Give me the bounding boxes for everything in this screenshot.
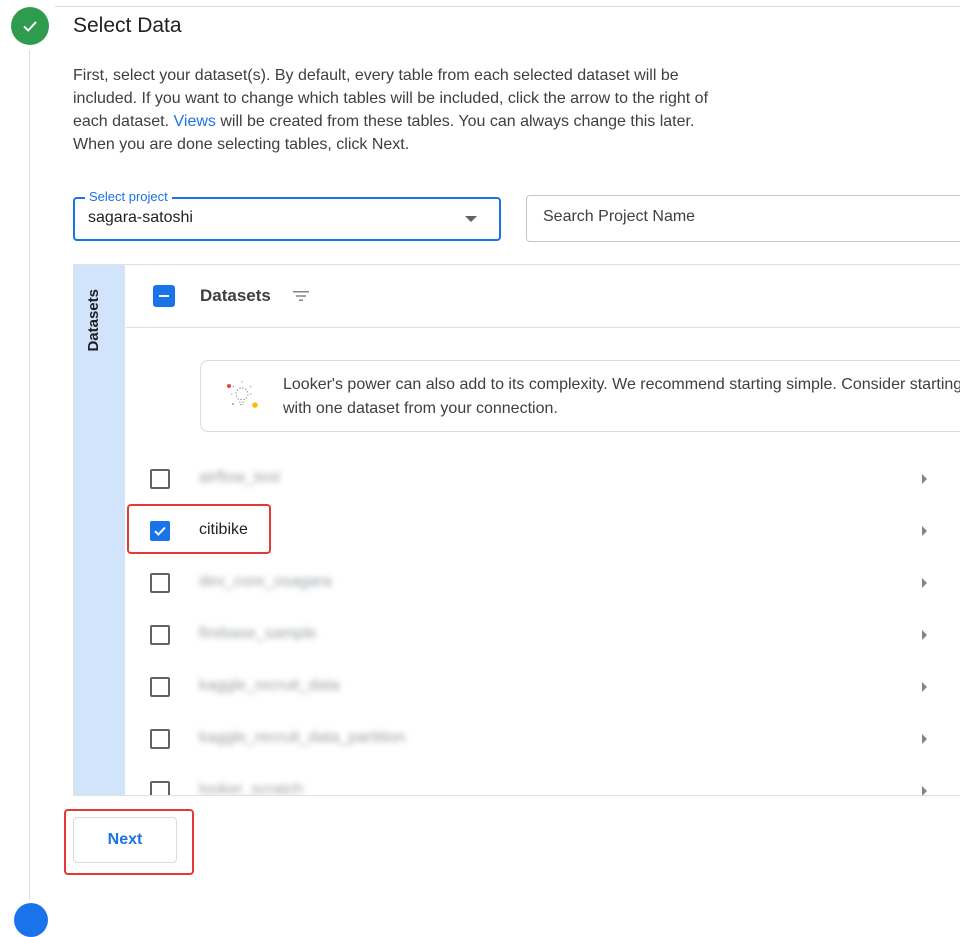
- expand-arrow-icon[interactable]: [922, 474, 927, 484]
- tip-banner: Looker's power can also add to its compl…: [200, 360, 960, 432]
- citibike-highlight-box: [127, 504, 271, 554]
- dataset-name: airflow_test: [199, 469, 280, 486]
- expand-arrow-icon[interactable]: [922, 786, 927, 795]
- dataset-checkbox[interactable]: [150, 677, 170, 697]
- dataset-name: looker_scratch: [199, 781, 304, 796]
- project-select-value: sagara-satoshi: [88, 209, 193, 226]
- tip-text: Looker's power can also add to its compl…: [283, 376, 960, 417]
- stepper-line: [29, 50, 30, 900]
- indeterminate-icon: [159, 295, 169, 297]
- expand-arrow-icon[interactable]: [922, 682, 927, 692]
- dataset-row[interactable]: kaggle_recruit_data: [126, 663, 960, 715]
- dataset-checkbox[interactable]: [150, 469, 170, 489]
- project-search-input[interactable]: [543, 208, 943, 226]
- next-step-badge: [14, 903, 48, 937]
- side-tab-label: Datasets: [85, 289, 102, 352]
- dataset-checkbox[interactable]: [150, 781, 170, 795]
- expand-arrow-icon[interactable]: [922, 734, 927, 744]
- dataset-name: kaggle_recruit_data: [199, 677, 340, 694]
- dataset-name: kaggle_recruit_data_partition: [199, 729, 406, 746]
- dataset-checkbox[interactable]: [150, 625, 170, 645]
- step-title: Select Data: [73, 14, 182, 37]
- top-divider: [55, 6, 960, 7]
- datasets-header-label: Datasets: [200, 286, 271, 305]
- dataset-checkbox[interactable]: [150, 573, 170, 593]
- project-select-label: Select project: [85, 189, 172, 204]
- next-highlight-box: [64, 809, 194, 875]
- dataset-row[interactable]: firebase_sample: [126, 611, 960, 663]
- dataset-row[interactable]: dev_core_osagara: [126, 559, 960, 611]
- step-complete-badge: [11, 7, 49, 45]
- check-icon: [23, 21, 37, 32]
- expand-arrow-icon[interactable]: [922, 526, 927, 536]
- datasets-side-tab[interactable]: Datasets: [74, 265, 125, 795]
- expand-arrow-icon[interactable]: [922, 630, 927, 640]
- step-description: First, select your dataset(s). By defaul…: [73, 64, 723, 156]
- lightbulb-icon: [227, 381, 258, 408]
- views-link[interactable]: Views: [174, 113, 216, 130]
- expand-arrow-icon[interactable]: [922, 578, 927, 588]
- dataset-row[interactable]: looker_scratch: [126, 767, 960, 796]
- filter-icon[interactable]: [292, 290, 310, 302]
- dataset-row[interactable]: kaggle_recruit_data_partition: [126, 715, 960, 767]
- datasets-header: Datasets Looker's power can also add to …: [126, 265, 960, 432]
- project-select[interactable]: Select project sagara-satoshi: [73, 189, 501, 241]
- dataset-name: dev_core_osagara: [199, 573, 332, 590]
- dataset-name: firebase_sample: [199, 625, 317, 642]
- select-all-checkbox[interactable]: [153, 285, 175, 307]
- dataset-checkbox[interactable]: [150, 729, 170, 749]
- project-search-box[interactable]: [526, 195, 960, 242]
- dataset-row[interactable]: airflow_test: [126, 455, 960, 507]
- dropdown-caret-icon: [465, 216, 477, 222]
